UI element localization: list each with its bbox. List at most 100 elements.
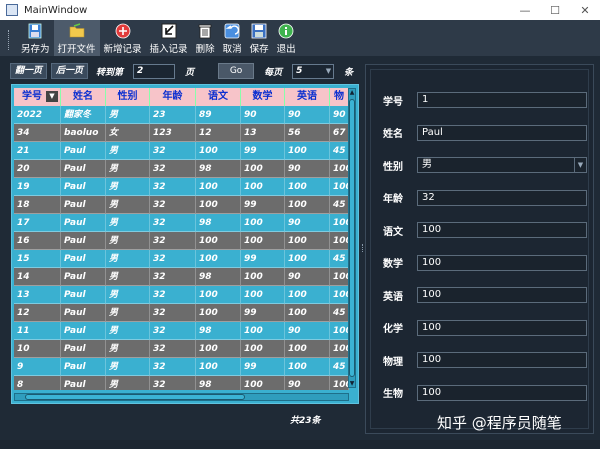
table-cell[interactable]: 10	[14, 340, 61, 358]
chevron-down-icon[interactable]: ▼	[574, 158, 586, 172]
table-cell[interactable]: 女	[106, 124, 150, 142]
save-button[interactable]: 保存	[246, 20, 273, 56]
table-cell[interactable]: 9	[14, 358, 61, 376]
table-row[interactable]: 8Paul男329810090100	[14, 376, 349, 390]
table-cell[interactable]: 13	[14, 286, 61, 304]
table-cell[interactable]: 20	[14, 160, 61, 178]
table-cell[interactable]: 18	[14, 196, 61, 214]
table-cell[interactable]: 90	[285, 214, 330, 232]
table-cell[interactable]: 99	[241, 196, 285, 214]
table-row[interactable]: 21 Paul 男 32 100 99 100 45	[14, 142, 349, 160]
table-cell[interactable]: 45	[330, 142, 349, 160]
column-header[interactable]: 年龄	[150, 88, 196, 106]
save-as-button[interactable]: 另存为	[17, 20, 54, 56]
table-cell[interactable]: 98	[196, 160, 241, 178]
table-cell[interactable]: 14	[14, 268, 61, 286]
table-cell[interactable]: 13	[241, 124, 285, 142]
table-row[interactable]: 9 Paul 男 32 100 99 100 45	[14, 358, 349, 376]
table-cell[interactable]: 男	[106, 286, 150, 304]
table-cell[interactable]: 32	[150, 250, 196, 268]
table-cell[interactable]: 12	[196, 124, 241, 142]
table-cell[interactable]: Paul	[61, 304, 106, 322]
table-cell[interactable]: Paul	[61, 322, 106, 340]
table-cell[interactable]: 100	[241, 178, 285, 196]
table-cell[interactable]: Paul	[61, 250, 106, 268]
table-cell[interactable]: 男	[106, 178, 150, 196]
detail-field-input[interactable]: 100	[417, 287, 587, 303]
table-cell[interactable]: 90	[241, 106, 285, 124]
table-cell[interactable]: 100	[285, 286, 330, 304]
horizontal-scrollbar[interactable]	[14, 393, 349, 401]
detail-field-input[interactable]: 100	[417, 319, 587, 336]
table-cell[interactable]: 45	[330, 196, 349, 214]
table-cell[interactable]: 8	[14, 376, 61, 390]
toolbar-grip[interactable]	[8, 30, 11, 50]
table-cell[interactable]: 100	[285, 250, 330, 268]
table-cell[interactable]: 100	[196, 232, 241, 250]
table-cell[interactable]: 98	[196, 376, 241, 390]
table-cell[interactable]: 100	[196, 250, 241, 268]
table-cell[interactable]: 男	[106, 214, 150, 232]
table-cell[interactable]: 45	[330, 304, 349, 322]
table-cell[interactable]: 100	[330, 376, 349, 390]
table-row[interactable]: 2022 翻家冬男 23 89 90 90 90	[14, 106, 349, 124]
table-cell[interactable]: Paul	[61, 340, 106, 358]
table-row[interactable]: 18 Paul 男 32 100 99 100 45	[14, 196, 349, 214]
detail-field-input[interactable]: 100	[417, 222, 587, 238]
table-cell[interactable]: 15	[14, 250, 61, 268]
table-cell[interactable]: 32	[150, 196, 196, 214]
splitter-handle[interactable]	[361, 64, 364, 434]
table-cell[interactable]: 100	[241, 268, 285, 286]
table-cell[interactable]: 男	[106, 142, 150, 160]
table-cell[interactable]: 32	[150, 286, 196, 304]
table-cell[interactable]: 100	[196, 196, 241, 214]
horizontal-scroll-thumb[interactable]	[25, 394, 245, 400]
table-cell[interactable]: 23	[150, 106, 196, 124]
table-cell[interactable]: 32	[150, 376, 196, 390]
table-row[interactable]: 17Paul男329810090100	[14, 214, 349, 232]
table-cell[interactable]: 100	[196, 340, 241, 358]
scroll-up-icon[interactable]: ▲	[349, 89, 355, 96]
table-cell[interactable]: 32	[150, 340, 196, 358]
table-row[interactable]: 16Paul男32100100100100	[14, 232, 349, 250]
detail-field-input[interactable]: 100	[417, 352, 587, 368]
table-cell[interactable]: 100	[241, 340, 285, 358]
table-row[interactable]: 11Paul男329810090100	[14, 322, 349, 340]
detail-field-input[interactable]: 1	[417, 92, 587, 108]
table-cell[interactable]: 100	[241, 232, 285, 250]
table-cell[interactable]: 90	[285, 322, 330, 340]
table-cell[interactable]: 2022	[14, 106, 61, 124]
close-button[interactable]: ✕	[570, 0, 600, 20]
table-cell[interactable]: 100	[241, 214, 285, 232]
vertical-scrollbar[interactable]: ▲ ▼	[348, 88, 356, 388]
table-cell[interactable]: 19	[14, 178, 61, 196]
table-cell[interactable]: 100	[285, 358, 330, 376]
table-cell[interactable]: 90	[285, 106, 330, 124]
column-header[interactable]: 物	[330, 88, 349, 106]
table-cell[interactable]: 100	[241, 376, 285, 390]
cancel-button[interactable]: 取消	[219, 20, 246, 56]
table-cell[interactable]: 90	[285, 376, 330, 390]
table-cell[interactable]: 100	[241, 286, 285, 304]
column-header[interactable]: 性别	[106, 88, 150, 106]
table-cell[interactable]: 100	[285, 304, 330, 322]
table-cell[interactable]: 45	[330, 250, 349, 268]
detail-field-input[interactable]: Paul	[417, 124, 587, 141]
table-cell[interactable]: 100	[330, 160, 349, 178]
table-cell[interactable]: 100	[330, 214, 349, 232]
page-number-input[interactable]: 2	[133, 63, 176, 79]
table-cell[interactable]: 98	[196, 268, 241, 286]
vertical-scroll-thumb[interactable]	[349, 99, 355, 377]
table-row[interactable]: 20Paul男329810090100	[14, 160, 349, 178]
table-cell[interactable]: 100	[330, 232, 349, 250]
table-row[interactable]: 13Paul男32100100100100	[14, 286, 349, 304]
table-cell[interactable]: 男	[106, 376, 150, 390]
column-header[interactable]: 语文	[196, 88, 241, 106]
table-cell[interactable]: 100	[241, 160, 285, 178]
table-cell[interactable]: 男	[106, 196, 150, 214]
table-cell[interactable]: 100	[330, 286, 349, 304]
table-cell[interactable]: 99	[241, 358, 285, 376]
table-cell[interactable]: 100	[330, 322, 349, 340]
detail-field-input[interactable]: 100	[417, 254, 587, 271]
table-cell[interactable]: 90	[285, 268, 330, 286]
